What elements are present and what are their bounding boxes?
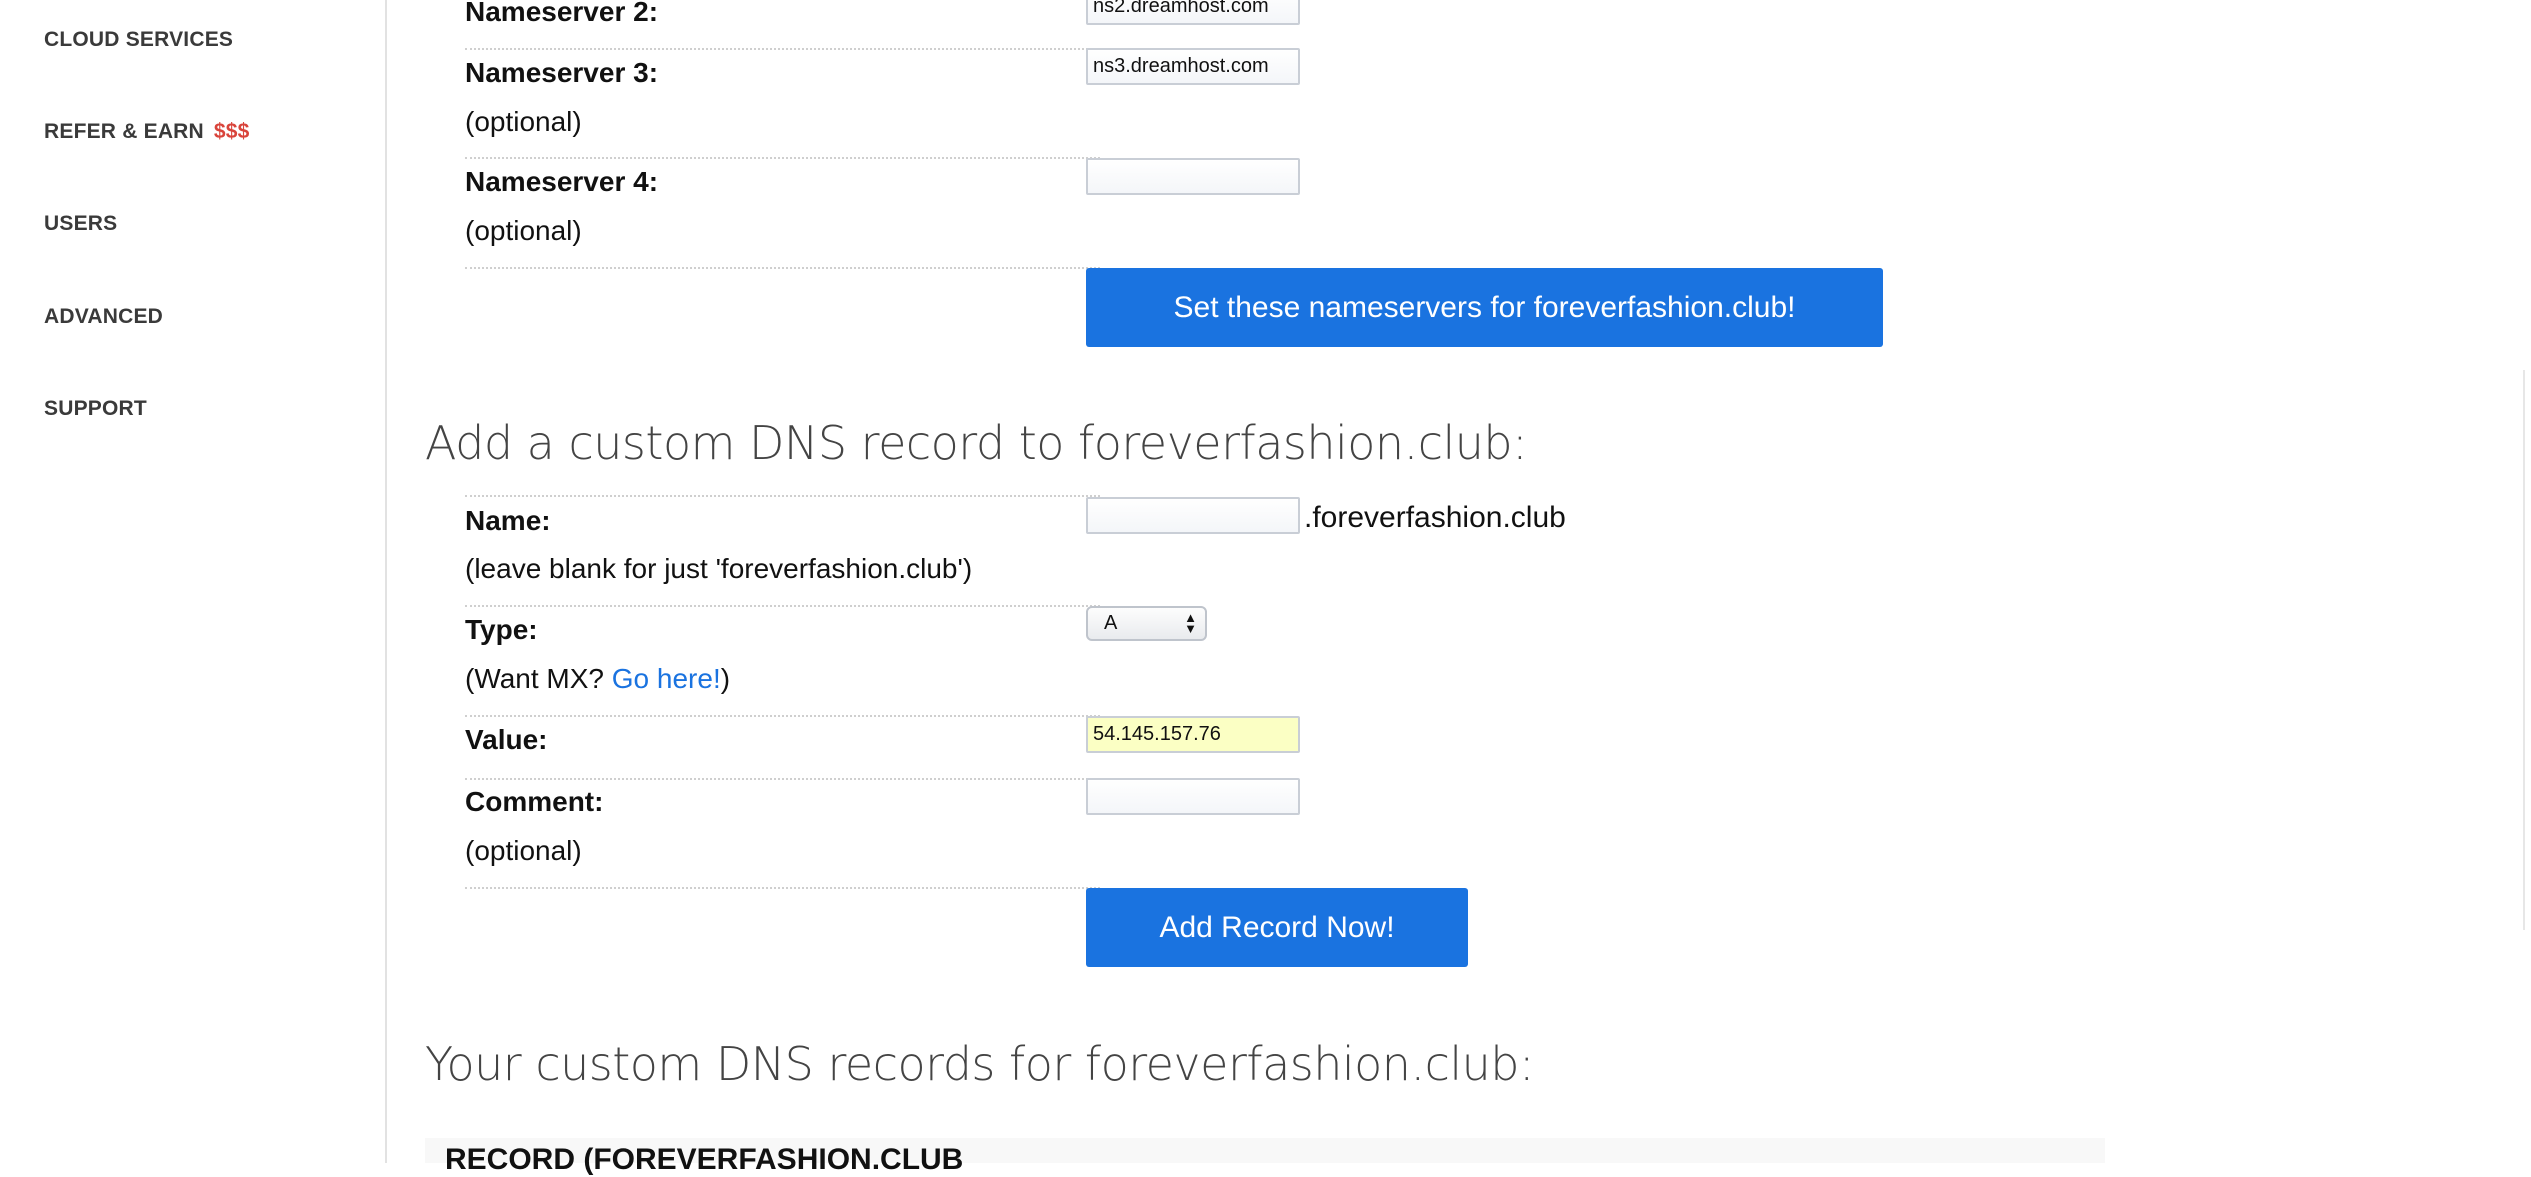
row-divider <box>465 887 1100 889</box>
scrollbar[interactable] <box>2523 370 2531 930</box>
add-record-button[interactable]: Add Record Now! <box>1086 888 1468 967</box>
sidebar-item-label: CLOUD SERVICES <box>44 28 234 51</box>
value-input[interactable]: 54.145.157.76 <box>1086 716 1300 753</box>
value-label: Value: <box>465 724 548 755</box>
type-hint: (Want MX? Go here!) <box>465 663 730 695</box>
set-nameservers-button[interactable]: Set these nameservers for foreverfashion… <box>1086 268 1883 347</box>
nameserver-2-label: Nameserver 2: <box>465 0 659 27</box>
sidebar: CLOUD SERVICES REFER & EARN $$$ USERS ADV… <box>0 0 387 1163</box>
nameserver-2-input[interactable]: ns2.dreamhost.com <box>1086 0 1300 25</box>
comment-input[interactable] <box>1086 778 1300 815</box>
nameserver-4-label: Nameserver 4: <box>465 166 659 197</box>
domain-suffix: .foreverfashion.club <box>1304 501 1566 534</box>
row-divider <box>465 715 1100 717</box>
nameserver-4-optional: (optional) <box>465 215 582 246</box>
sidebar-item-advanced[interactable]: ADVANCED <box>44 305 163 329</box>
row-divider <box>465 267 1100 269</box>
sidebar-item-refer-earn[interactable]: REFER & EARN $$$ <box>44 120 250 144</box>
sidebar-item-cloud-services[interactable]: CLOUD SERVICES <box>44 28 233 52</box>
select-arrows-icon: ▲ ▼ <box>1184 610 1197 636</box>
row-divider <box>465 605 1100 607</box>
refer-earn-badge: $$$ <box>213 120 250 143</box>
records-table-header: RECORD (FOREVERFASHION.CLUB <box>445 1143 964 1176</box>
type-label: Type: <box>465 614 538 645</box>
mx-link[interactable]: Go here! <box>612 663 721 694</box>
sidebar-item-users[interactable]: USERS <box>44 212 117 236</box>
row-divider <box>465 157 1100 159</box>
name-input[interactable] <box>1086 497 1300 534</box>
name-label: Name: <box>465 505 551 536</box>
type-hint-prefix: (Want MX? <box>465 663 612 694</box>
comment-label: Comment: <box>465 786 604 817</box>
type-hint-suffix: ) <box>720 663 731 694</box>
name-hint: (leave blank for just 'foreverfashion.cl… <box>465 553 973 584</box>
sidebar-item-label: USERS <box>44 212 118 235</box>
nameserver-4-input[interactable] <box>1086 158 1300 195</box>
sidebar-item-label: ADVANCED <box>44 305 164 328</box>
row-divider <box>465 495 1100 497</box>
nameserver-3-label: Nameserver 3: <box>465 57 659 88</box>
row-divider <box>465 778 1100 780</box>
sidebar-item-label: REFER & EARN <box>44 120 204 143</box>
add-record-heading: Add a custom DNS record to foreverfashio… <box>425 416 1528 470</box>
nameserver-3-input[interactable]: ns3.dreamhost.com <box>1086 48 1300 85</box>
row-divider <box>465 48 1100 50</box>
type-select[interactable]: A ▲ ▼ <box>1086 606 1207 641</box>
comment-optional: (optional) <box>465 835 582 866</box>
nameserver-3-optional: (optional) <box>465 106 582 137</box>
sidebar-item-support[interactable]: SUPPORT <box>44 397 147 421</box>
type-select-value: A <box>1104 612 1118 634</box>
sidebar-item-label: SUPPORT <box>44 397 147 420</box>
records-heading: Your custom DNS records for foreverfashi… <box>425 1037 1535 1091</box>
